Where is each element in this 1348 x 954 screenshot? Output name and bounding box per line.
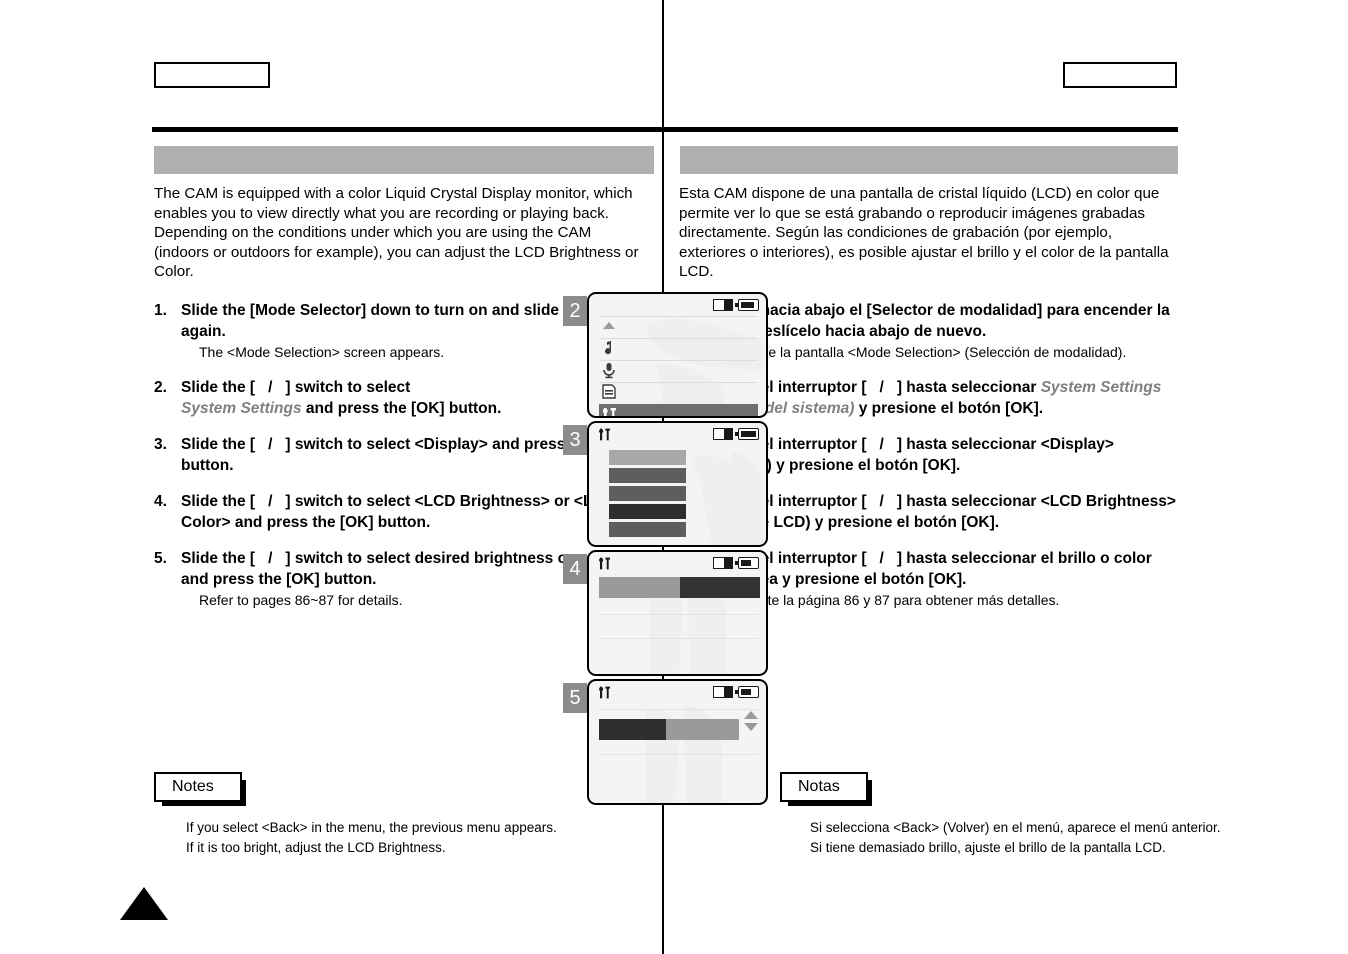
battery-icon bbox=[735, 299, 759, 311]
step-number: 3. bbox=[154, 435, 167, 453]
memory-card-icon bbox=[713, 686, 733, 698]
step-badge: 3 bbox=[563, 425, 587, 455]
step-number: 2. bbox=[154, 378, 167, 396]
step-badge: 2 bbox=[563, 296, 587, 326]
step-separator: / bbox=[879, 549, 884, 567]
menu-bar-item[interactable] bbox=[609, 522, 686, 537]
system-settings-icon bbox=[602, 408, 616, 416]
screen-illustration-5: 5 bbox=[563, 679, 773, 805]
mode-selection-menu bbox=[589, 316, 766, 416]
section-title-bar-english bbox=[154, 146, 654, 174]
menu-bar-list bbox=[609, 450, 686, 540]
step-separator: / bbox=[879, 492, 884, 510]
lcd-screen bbox=[587, 679, 768, 805]
slider-fill-left bbox=[599, 719, 667, 740]
document-icon[interactable] bbox=[600, 382, 618, 400]
step-badge: 5 bbox=[563, 683, 587, 713]
battery-icon bbox=[735, 428, 759, 440]
spanish-intro-paragraph: Esta CAM dispone de una pantalla de cris… bbox=[679, 185, 1169, 280]
music-note-icon[interactable] bbox=[600, 339, 618, 357]
lcd-screen bbox=[587, 421, 768, 547]
lcd-screen bbox=[587, 292, 768, 418]
note-line: Si selecciona <Back> (Volver) en el menú… bbox=[810, 820, 1221, 835]
step-main-text: Slide the [Mode Selector] down to turn o… bbox=[181, 301, 618, 340]
note-line: Si tiene demasiado brillo, ajuste el bri… bbox=[810, 840, 1166, 855]
step-main-text: Slide the [ bbox=[181, 378, 256, 396]
microphone-icon[interactable] bbox=[600, 361, 618, 379]
scroll-up-arrow-icon[interactable] bbox=[600, 317, 618, 335]
step-main-text: Slide the [ bbox=[181, 549, 256, 567]
step-main-text-2: ] switch to select bbox=[285, 378, 411, 396]
step-separator: / bbox=[879, 435, 884, 453]
system-settings-icon bbox=[599, 686, 610, 699]
lcd-status-bar bbox=[589, 423, 766, 445]
step-separator: / bbox=[879, 378, 884, 396]
notes-label: Notas bbox=[780, 772, 872, 806]
lcd-screen-illustrations: 2 3 4 5 bbox=[563, 292, 773, 808]
menu-bar-item[interactable] bbox=[609, 486, 686, 501]
notes-block-english: Notes If you select <Back> in the menu, … bbox=[154, 772, 557, 858]
memory-card-icon bbox=[713, 557, 733, 569]
battery-icon bbox=[735, 557, 759, 569]
step-separator: / bbox=[268, 378, 273, 396]
step-main-text-3: y presione el botón [OK]. bbox=[858, 399, 1044, 417]
step-main-text: Slide the [ bbox=[181, 435, 256, 453]
system-settings-icon bbox=[599, 557, 610, 570]
notes-body-english: If you select <Back> in the menu, the pr… bbox=[154, 818, 557, 858]
step-main-text-3: and press the [OK] button. bbox=[305, 399, 502, 417]
step-number: 4. bbox=[154, 492, 167, 510]
step-badge: 4 bbox=[563, 554, 587, 584]
slider-fill-right bbox=[679, 577, 760, 598]
section-title-bar-spanish bbox=[680, 146, 1178, 174]
slider-fill-right bbox=[666, 719, 739, 740]
memory-card-icon bbox=[713, 428, 733, 440]
note-line: If you select <Back> in the menu, the pr… bbox=[186, 820, 557, 835]
step-main-text: Slide the [ bbox=[181, 492, 256, 510]
page-corner-triangle-icon bbox=[120, 887, 168, 920]
page-top-rule bbox=[152, 127, 1178, 132]
step-separator: / bbox=[268, 492, 273, 510]
brightness-slider[interactable] bbox=[599, 577, 760, 598]
english-intro-paragraph: The CAM is equipped with a color Liquid … bbox=[154, 185, 639, 280]
screen-illustration-4: 4 bbox=[563, 550, 773, 676]
memory-card-icon bbox=[713, 299, 733, 311]
step-number: 1. bbox=[154, 301, 167, 319]
step-emphasis-text: System Settings bbox=[181, 399, 302, 417]
menu-bar-item[interactable] bbox=[609, 450, 686, 465]
menu-highlight-system-settings[interactable] bbox=[599, 404, 758, 416]
menu-bar-item[interactable] bbox=[609, 468, 686, 483]
step-number: 5. bbox=[154, 549, 167, 567]
notes-body-spanish: Si selecciona <Back> (Volver) en el menú… bbox=[780, 818, 1220, 858]
brightness-slider[interactable] bbox=[599, 719, 739, 740]
step-separator: / bbox=[268, 549, 273, 567]
system-settings-icon bbox=[599, 428, 610, 441]
screen-illustration-3: 3 bbox=[563, 421, 773, 547]
slider-arrow-group[interactable] bbox=[744, 711, 758, 731]
lcd-status-bar bbox=[589, 294, 766, 316]
slider-fill-left bbox=[599, 577, 680, 598]
arrow-up-icon[interactable] bbox=[744, 711, 758, 719]
note-line: If it is too bright, adjust the LCD Brig… bbox=[186, 840, 446, 855]
header-box-left bbox=[154, 62, 270, 88]
lcd-status-bar bbox=[589, 681, 766, 703]
screen-illustration-2: 2 bbox=[563, 292, 773, 418]
battery-icon bbox=[735, 686, 759, 698]
lcd-screen bbox=[587, 550, 768, 676]
notes-label: Notes bbox=[154, 772, 246, 806]
step-main-text-2: ] hasta seleccionar bbox=[896, 378, 1037, 396]
step-sub-text: Aparece la pantalla <Mode Selection> (Se… bbox=[724, 343, 1127, 360]
step-separator: / bbox=[268, 435, 273, 453]
menu-bar-item-selected[interactable] bbox=[609, 504, 686, 519]
step-sub-text: Consulte la página 86 y 87 para obtener … bbox=[724, 591, 1060, 608]
arrow-down-icon[interactable] bbox=[744, 723, 758, 731]
header-box-right bbox=[1063, 62, 1177, 88]
notes-block-spanish: Notas Si selecciona <Back> (Volver) en e… bbox=[780, 772, 1220, 858]
lcd-status-bar bbox=[589, 552, 766, 574]
